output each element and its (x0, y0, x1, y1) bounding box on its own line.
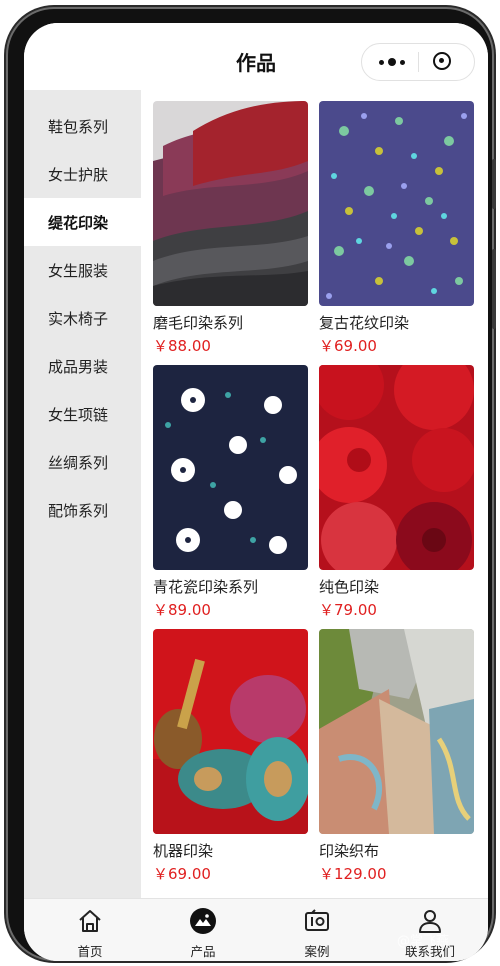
product-image[interactable] (319, 365, 474, 570)
product-price: ￥69.00 (153, 865, 211, 883)
tab-cases[interactable]: 案例 (259, 899, 375, 961)
product-name: 青花瓷印染系列 (153, 578, 259, 596)
product-image[interactable] (153, 365, 308, 570)
tab-label: 产品 (190, 944, 216, 959)
product-name: 磨毛印染系列 (153, 314, 244, 332)
nav-bar: 作品 (24, 23, 488, 97)
product-image[interactable] (319, 629, 474, 834)
more-dots-icon[interactable] (376, 55, 408, 69)
product-price: ￥79.00 (319, 601, 377, 619)
category-sidebar: 鞋包系列 女士护肤 缇花印染 女生服装 实木椅子 成品男装 女生项链 丝绸系列 … (24, 90, 141, 898)
capsule-divider (418, 52, 419, 72)
watermark: @掌飞燕 (397, 934, 450, 949)
sidebar-item-shoes-bags[interactable]: 鞋包系列 (24, 102, 141, 150)
tab-label: 首页 (77, 944, 103, 959)
screen: 作品 鞋包系列 女士护肤 缇花印染 女生服装 实木椅子 成品男装 女生项链 丝绸… (24, 23, 488, 961)
sidebar-item-wood-chairs[interactable]: 实木椅子 (24, 294, 141, 342)
product-price: ￥89.00 (153, 601, 211, 619)
product-name: 纯色印染 (319, 578, 380, 596)
product-image[interactable] (153, 629, 308, 834)
tab-home[interactable]: 首页 (32, 899, 148, 961)
product-price: ￥69.00 (319, 337, 377, 355)
power-button (492, 249, 496, 329)
sidebar-item-womens-clothing[interactable]: 女生服装 (24, 246, 141, 294)
product-image[interactable] (153, 101, 308, 306)
product-name: 复古花纹印染 (319, 314, 410, 332)
sidebar-item-necklaces[interactable]: 女生项链 (24, 390, 141, 438)
sidebar-item-jacquard-print[interactable]: 缇花印染 (24, 198, 141, 246)
mini-program-capsule (361, 43, 475, 81)
product-name: 印染织布 (319, 842, 380, 860)
camera-icon (305, 909, 329, 931)
mountain-image-icon (190, 908, 216, 934)
tab-products[interactable]: 产品 (145, 899, 261, 961)
sidebar-item-accessories[interactable]: 配饰系列 (24, 486, 141, 534)
sidebar-item-skincare[interactable]: 女士护肤 (24, 150, 141, 198)
product-price: ￥88.00 (153, 337, 211, 355)
target-circle-icon[interactable] (433, 52, 451, 70)
product-price: ￥129.00 (319, 865, 387, 883)
phone-frame: 作品 鞋包系列 女士护肤 缇花印染 女生服装 实木椅子 成品男装 女生项链 丝绸… (8, 9, 496, 961)
sidebar-item-silk[interactable]: 丝绸系列 (24, 438, 141, 486)
volume-button (492, 159, 496, 209)
product-name: 机器印染 (153, 842, 214, 860)
tab-label: 案例 (304, 944, 330, 959)
product-image[interactable] (319, 101, 474, 306)
home-icon (79, 910, 101, 932)
sidebar-item-menswear[interactable]: 成品男装 (24, 342, 141, 390)
